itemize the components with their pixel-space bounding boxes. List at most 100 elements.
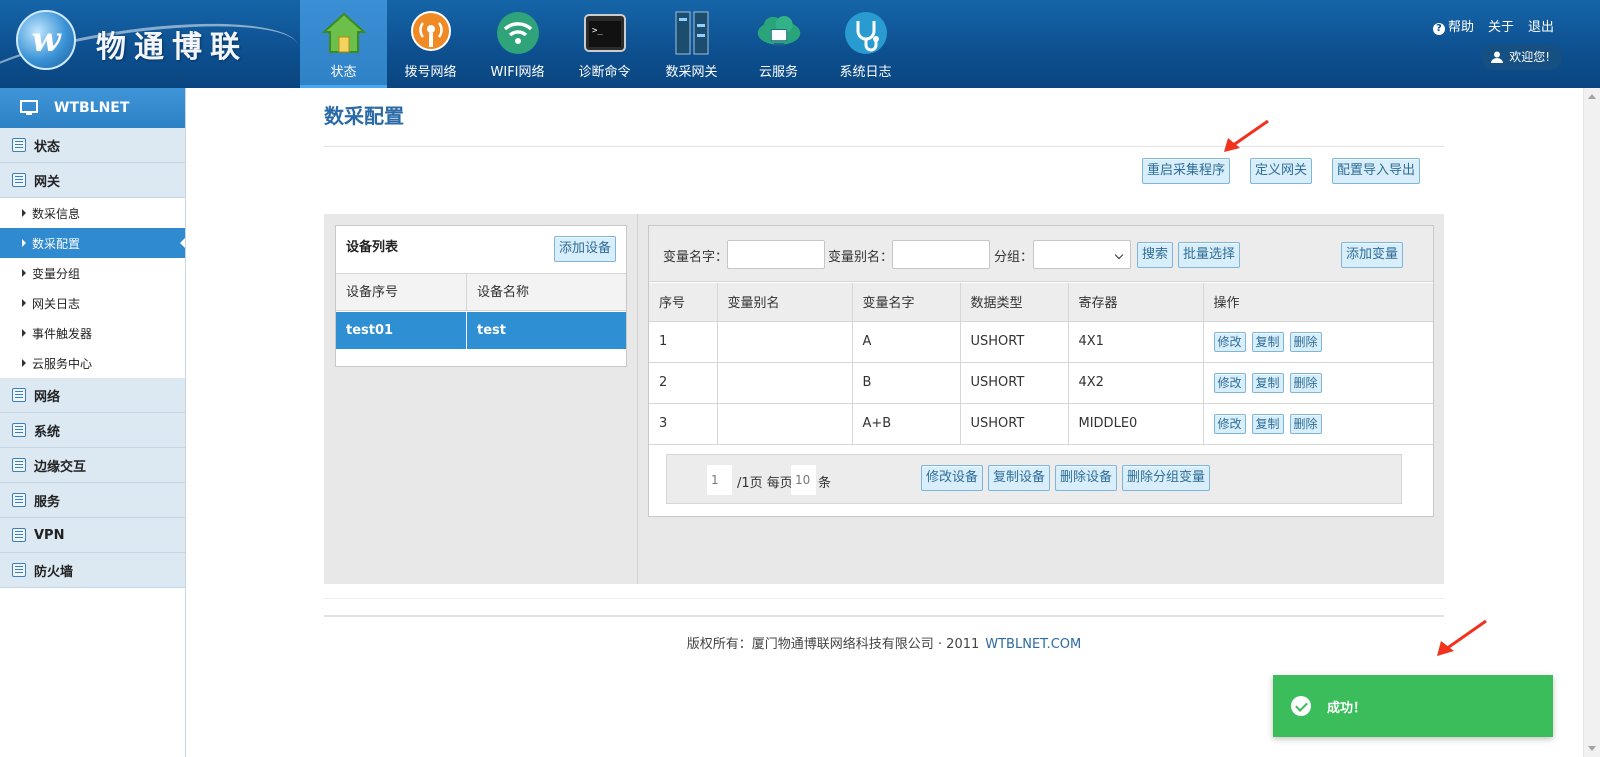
delete-variable-button[interactable]: 删除: [1289, 372, 1322, 393]
column-header: 变量别名: [716, 283, 853, 322]
var-name-input[interactable]: [727, 240, 825, 269]
nav-syslog[interactable]: 系统日志: [822, 0, 909, 88]
group-label: 分组：: [994, 250, 1034, 265]
per-page-input[interactable]: 10: [791, 465, 816, 495]
delete-device-button[interactable]: 删除设备: [1055, 465, 1118, 491]
sidebar-item-label: 网关日志: [32, 296, 81, 311]
edit-variable-button[interactable]: 修改: [1213, 372, 1246, 393]
help-icon: ?: [1432, 23, 1445, 35]
toast-message: 成功！: [1327, 700, 1367, 716]
sidebar-group-label: VPN: [34, 527, 65, 543]
sidebar-group-label: 网关: [34, 174, 61, 190]
gateway-device-icon: [669, 10, 715, 56]
nav-label: 云服务: [758, 65, 798, 80]
sidebar-item-data-info[interactable]: 数采信息: [0, 198, 185, 228]
sidebar-group-system[interactable]: 系统: [0, 413, 185, 448]
cell-actions: 修改 复制 删除: [1202, 320, 1433, 363]
table-header-row: 序号 变量别名 变量名字 数据类型 寄存器 操作: [649, 283, 1433, 322]
pages-text: /1页 每页: [737, 476, 793, 491]
welcome-badge[interactable]: 欢迎您!: [1481, 44, 1562, 70]
divider: [324, 146, 1444, 147]
broadcast-icon: [408, 10, 454, 56]
sidebar-group-edge[interactable]: 边缘交互: [0, 448, 185, 483]
sidebar-group-firewall[interactable]: 防火墙: [0, 553, 185, 588]
restart-collector-button[interactable]: 重启采集程序: [1141, 158, 1230, 184]
nav-status[interactable]: 状态: [300, 0, 387, 88]
sidebar-item-var-group[interactable]: 变量分组: [0, 258, 185, 288]
delete-group-vars-button[interactable]: 删除分组变量: [1122, 465, 1211, 491]
batch-select-button[interactable]: 批量选择: [1178, 242, 1241, 268]
delete-variable-button[interactable]: 删除: [1289, 331, 1322, 352]
sidebar-item-event-trigger[interactable]: 事件触发器: [0, 318, 185, 348]
cell-actions: 修改 复制 删除: [1202, 361, 1433, 404]
wifi-icon: [495, 10, 541, 56]
cloud-icon: [756, 10, 802, 56]
copy-variable-button[interactable]: 复制: [1251, 413, 1284, 434]
main-nav: 状态 拨号网络 WIFI网络 >_ 诊断命令 数采网关 云服务 系统日志: [300, 0, 909, 88]
nav-diagnostics[interactable]: >_ 诊断命令: [561, 0, 648, 88]
sidebar-group-service[interactable]: 服务: [0, 483, 185, 518]
table-row: 3 A+B USHORT MIDDLE0 修改 复制 删除: [649, 402, 1433, 445]
cell-no: 1: [649, 320, 718, 363]
sidebar-group-label: 网络: [34, 389, 61, 405]
check-circle-icon: [1291, 696, 1311, 716]
sidebar-title: WTBLNET: [54, 100, 130, 116]
copy-device-button[interactable]: 复制设备: [988, 465, 1051, 491]
delete-variable-button[interactable]: 删除: [1289, 413, 1322, 434]
cell-register: 4X2: [1067, 361, 1204, 404]
sidebar-group-network[interactable]: 网络: [0, 378, 185, 413]
help-link[interactable]: ? 帮助: [1432, 16, 1474, 35]
edit-variable-button[interactable]: 修改: [1213, 413, 1246, 434]
copy-variable-button[interactable]: 复制: [1251, 372, 1284, 393]
nav-wifi[interactable]: WIFI网络: [474, 0, 561, 88]
caret-right-icon: [22, 209, 26, 217]
cell-type: USHORT: [959, 402, 1069, 445]
sidebar-group-label: 状态: [34, 139, 61, 155]
cell-type: USHORT: [959, 361, 1069, 404]
cell-alias: [716, 402, 853, 445]
sidebar-item-label: 数采配置: [32, 236, 81, 251]
nav-cloud[interactable]: 云服务: [735, 0, 822, 88]
footer-link[interactable]: WTBLNET.COM: [985, 637, 1081, 652]
group-select[interactable]: [1033, 240, 1131, 269]
svg-text:>_: >_: [592, 26, 603, 36]
sidebar-item-label: 变量分组: [32, 266, 81, 281]
sidebar-item-gateway-log[interactable]: 网关日志: [0, 288, 185, 318]
var-alias-input[interactable]: [892, 240, 990, 269]
sidebar-group-status[interactable]: 状态: [0, 128, 185, 163]
copyright-text: 版权所有：厦门物通博联网络科技有限公司 · 2011: [686, 637, 980, 652]
divider: [324, 615, 1444, 617]
page-input[interactable]: 1: [707, 465, 732, 495]
copy-variable-button[interactable]: 复制: [1251, 331, 1284, 352]
add-device-button[interactable]: 添加设备: [553, 236, 616, 262]
define-gateway-button[interactable]: 定义网关: [1249, 158, 1312, 184]
var-name-label: 变量名字：: [663, 250, 729, 265]
scroll-down-icon[interactable]: [1588, 746, 1596, 751]
sidebar-item-cloud-center[interactable]: 云服务中心: [0, 348, 185, 378]
column-header: 操作: [1202, 283, 1433, 322]
sidebar-group-vpn[interactable]: VPN: [0, 518, 185, 553]
edit-variable-button[interactable]: 修改: [1213, 331, 1246, 352]
import-export-button[interactable]: 配置导入导出: [1331, 158, 1420, 184]
list-icon: [12, 528, 26, 542]
device-row[interactable]: test01 test: [336, 312, 626, 349]
list-icon: [12, 423, 26, 437]
home-icon: [321, 10, 367, 56]
cell-no: 3: [649, 402, 718, 445]
nav-label: 诊断命令: [578, 65, 631, 80]
about-link[interactable]: 关于: [1488, 16, 1514, 35]
nav-dialup[interactable]: 拨号网络: [387, 0, 474, 88]
vertical-scrollbar[interactable]: [1583, 88, 1600, 757]
add-variable-button[interactable]: 添加变量: [1341, 242, 1404, 268]
edit-device-button[interactable]: 修改设备: [921, 465, 984, 491]
column-header: 数据类型: [959, 283, 1069, 322]
search-button[interactable]: 搜索: [1137, 242, 1174, 268]
sidebar-group-gateway[interactable]: 网关: [0, 163, 185, 198]
top-action-buttons: 重启采集程序 定义网关 配置导入导出: [1141, 158, 1420, 184]
sidebar-group-label: 服务: [34, 494, 61, 510]
logout-link[interactable]: 退出: [1528, 16, 1554, 35]
nav-gateway[interactable]: 数采网关: [648, 0, 735, 88]
cell-name: B: [851, 361, 961, 404]
sidebar-item-data-config[interactable]: 数采配置: [0, 228, 185, 258]
scroll-up-icon[interactable]: [1588, 94, 1596, 99]
